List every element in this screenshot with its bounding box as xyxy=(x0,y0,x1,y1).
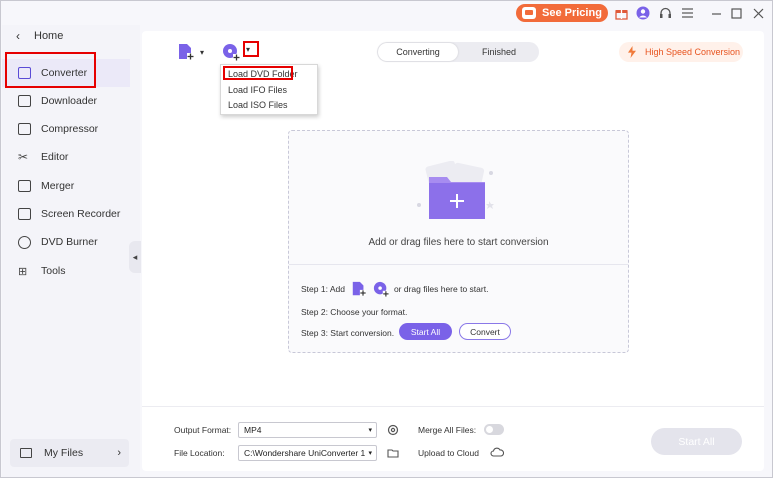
drop-zone-text: Add or drag files here to start conversi… xyxy=(368,237,549,248)
tab-converting[interactable]: Converting xyxy=(378,43,458,61)
gift-icon[interactable] xyxy=(613,5,629,21)
add-files-dropdown-icon[interactable]: ▾ xyxy=(200,48,204,57)
sidebar-item-label: Compressor xyxy=(41,123,99,135)
sidebar-item-dvd-burner[interactable]: DVD Burner xyxy=(2,228,130,256)
highlight-box-dvd-caret xyxy=(243,41,259,57)
file-location-select[interactable]: C:\Wondershare UniConverter 1 ▾ xyxy=(238,445,377,461)
start-all-small-button[interactable]: Start All xyxy=(399,323,452,340)
output-format-value: MP4 xyxy=(244,425,262,435)
dvd-add-icon[interactable] xyxy=(373,281,389,297)
lightning-icon xyxy=(628,46,636,58)
sidebar-item-label: Tools xyxy=(41,265,66,277)
step-3: Step 3: Start conversion. xyxy=(301,328,395,338)
folder-icon[interactable] xyxy=(387,447,399,459)
status-tabs: Converting Finished xyxy=(377,42,539,62)
sidebar-item-merger[interactable]: Merger xyxy=(2,172,130,200)
file-location-label: File Location: xyxy=(174,448,225,458)
convert-small-button[interactable]: Convert xyxy=(459,323,511,340)
scissors-icon: ✂ xyxy=(18,150,29,164)
my-files-button[interactable]: My Files › xyxy=(10,439,129,467)
folder-icon xyxy=(20,448,32,458)
merge-all-files-label: Merge All Files: xyxy=(418,425,477,435)
sidebar-item-screen-recorder[interactable]: Screen Recorder xyxy=(2,200,130,228)
chevron-left-icon: ◂ xyxy=(132,251,138,262)
sidebar-item-label: Editor xyxy=(41,151,69,163)
screen-recorder-icon xyxy=(18,208,31,220)
see-pricing-button[interactable]: See Pricing xyxy=(516,4,608,22)
sidebar-item-editor[interactable]: ✂ Editor xyxy=(2,143,130,171)
merger-icon xyxy=(18,180,31,192)
cart-icon xyxy=(522,7,536,19)
drop-zone[interactable]: Add or drag files here to start conversi… xyxy=(288,130,629,353)
tab-finished[interactable]: Finished xyxy=(459,43,539,61)
cloud-icon[interactable] xyxy=(490,446,504,458)
dvd-add-icon xyxy=(223,44,240,61)
step-1-prefix: Step 1: Add xyxy=(301,284,345,294)
my-files-label: My Files xyxy=(44,447,84,459)
high-speed-conversion-button[interactable]: High Speed Conversion xyxy=(619,42,743,62)
chevron-right-icon: › xyxy=(117,447,121,459)
chevron-left-icon: ‹ xyxy=(16,29,20,43)
menu-icon[interactable] xyxy=(679,5,695,21)
minimize-icon[interactable] xyxy=(708,5,724,21)
output-format-label: Output Format: xyxy=(174,425,232,435)
output-format-select[interactable]: MP4 ▾ xyxy=(238,422,377,438)
sidebar: ‹ Home Converter Downloader Compressor ✂… xyxy=(2,25,140,477)
divider xyxy=(289,264,628,265)
upload-to-cloud-label: Upload to Cloud xyxy=(418,448,479,458)
home-link[interactable]: ‹ Home xyxy=(16,29,63,43)
maximize-icon[interactable] xyxy=(728,5,744,21)
step-1-suffix: or drag files here to start. xyxy=(393,284,489,294)
highlight-box-load-dvd-folder xyxy=(223,66,293,80)
sidebar-item-tools[interactable]: ⊞ Tools xyxy=(2,257,130,285)
collapse-sidebar-button[interactable]: ◂ xyxy=(129,241,141,273)
load-dvd-button[interactable] xyxy=(222,43,240,61)
step-1: Step 1: Add or drag files here to start. xyxy=(301,281,488,297)
menu-item-load-ifo-files[interactable]: Load IFO Files xyxy=(228,85,287,95)
chevron-down-icon: ▾ xyxy=(366,449,372,457)
highlight-box-converter xyxy=(5,52,96,88)
file-location-value: C:\Wondershare UniConverter 1 xyxy=(244,448,366,458)
add-folder-illustration xyxy=(407,160,499,223)
user-avatar-icon[interactable] xyxy=(635,5,651,21)
app-window: See Pricing ‹ Home Converter Downloader … xyxy=(0,0,773,478)
compressor-icon xyxy=(18,123,31,135)
high-speed-label: High Speed Conversion xyxy=(645,47,741,57)
add-file-icon xyxy=(179,44,194,60)
headset-icon[interactable] xyxy=(657,5,673,21)
home-label: Home xyxy=(34,30,64,42)
tools-icon: ⊞ xyxy=(18,265,28,278)
main-panel: ▾ ▾ Converting Finished High Speed Conve… xyxy=(142,31,764,471)
bottom-bar: Output Format: MP4 ▾ Merge All Files: Fi… xyxy=(142,406,764,471)
see-pricing-label: See Pricing xyxy=(542,7,602,19)
add-file-icon[interactable] xyxy=(351,281,367,297)
sidebar-item-downloader[interactable]: Downloader xyxy=(2,87,130,115)
settings-icon[interactable] xyxy=(387,424,399,436)
sidebar-item-label: Screen Recorder xyxy=(41,208,121,220)
start-all-button[interactable]: Start All xyxy=(651,428,742,455)
close-icon[interactable] xyxy=(750,5,766,21)
menu-item-load-iso-files[interactable]: Load ISO Files xyxy=(228,100,288,110)
sidebar-item-label: Merger xyxy=(41,180,75,192)
downloader-icon xyxy=(18,95,31,107)
sidebar-item-compressor[interactable]: Compressor xyxy=(2,115,130,143)
sidebar-item-label: DVD Burner xyxy=(41,236,98,248)
sidebar-item-label: Downloader xyxy=(41,95,98,107)
step-2: Step 2: Choose your format. xyxy=(301,307,408,317)
chevron-down-icon: ▾ xyxy=(368,427,372,434)
add-files-button[interactable] xyxy=(177,43,195,61)
title-bar: See Pricing xyxy=(1,1,772,25)
merge-all-files-toggle[interactable] xyxy=(484,424,504,435)
dvd-icon xyxy=(18,235,31,249)
